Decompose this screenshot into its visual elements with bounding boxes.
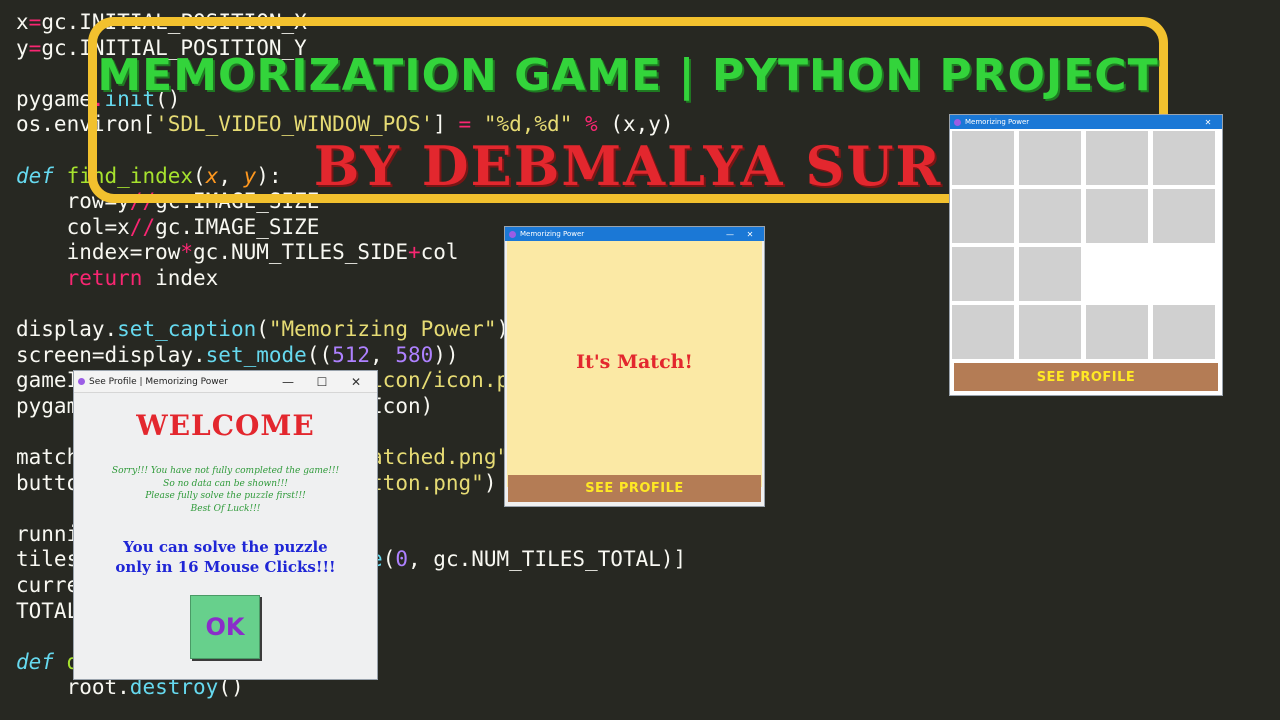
code-token: index [142, 265, 219, 290]
board-tile[interactable] [1153, 189, 1215, 243]
board-tile[interactable] [952, 189, 1014, 243]
code-token: display. [16, 317, 118, 342]
code-token: def [16, 163, 54, 188]
code-token: * [180, 240, 194, 265]
project-title: MEMORIZATION GAME | PYTHON PROJECT [97, 50, 1159, 101]
code-token: pygame [16, 86, 92, 111]
code-token: screen=display. [16, 342, 206, 367]
window-title: Memorizing Power [520, 230, 585, 238]
match-window-titlebar[interactable]: Memorizing Power — ✕ [505, 227, 764, 241]
code-token: ( [382, 547, 396, 572]
match-panel: It's Match! [507, 241, 762, 487]
tile-board [952, 131, 1215, 359]
incomplete-message: Sorry!!! You have not fully completed th… [74, 465, 377, 515]
message-line: Best Of Luck!!! [190, 503, 261, 514]
code-token: ) [483, 470, 497, 495]
code-line: root.destroy() [16, 675, 686, 701]
code-token: , gc.NUM_TILES_TOTAL)] [408, 547, 687, 572]
board-tile[interactable] [1086, 247, 1148, 301]
code-token: 512 [332, 342, 371, 367]
board-window-titlebar[interactable]: Memorizing Power ✕ [950, 115, 1222, 129]
code-token: root. [16, 675, 130, 700]
code-token: ( [256, 317, 269, 342]
window-title: See Profile | Memorizing Power [89, 376, 228, 387]
minimize-icon[interactable]: — [720, 230, 740, 239]
profile-window: See Profile | Memorizing Power — ☐ ✕ WEL… [74, 371, 377, 679]
close-icon[interactable]: ✕ [339, 375, 373, 389]
board-tile[interactable] [1153, 305, 1215, 359]
code-token: destroy [129, 675, 219, 700]
code-token: gc.IMAGE_SIZE [155, 214, 320, 239]
board-tile[interactable] [1086, 189, 1148, 243]
code-token: "Memorizing Power" [268, 317, 497, 342]
code-token: 0 [395, 547, 409, 572]
code-token: x [16, 10, 29, 34]
code-token: (( [306, 342, 333, 367]
board-tile[interactable] [1019, 247, 1081, 301]
window-title: Memorizing Power [965, 118, 1030, 126]
board-tile[interactable] [1153, 247, 1215, 301]
maximize-icon[interactable]: ☐ [305, 375, 339, 389]
board-tile[interactable] [952, 131, 1014, 185]
code-token: // [129, 214, 156, 239]
clicks-line: only in 16 Mouse Clicks!!! [115, 558, 336, 576]
message-line: So no data can be shown!!! [163, 478, 288, 489]
welcome-heading: WELCOME [136, 409, 315, 442]
code-token: set_mode [205, 342, 307, 367]
code-token: set_caption [117, 317, 257, 342]
code-token: def [16, 649, 54, 674]
see-profile-button[interactable]: SEE PROFILE [508, 475, 761, 502]
code-token: col [420, 240, 459, 265]
code-token: 580 [395, 342, 434, 367]
board-tile[interactable] [1153, 131, 1215, 185]
code-token: y [16, 35, 29, 60]
board-tile[interactable] [1019, 305, 1081, 359]
board-tile[interactable] [1086, 305, 1148, 359]
clicks-line: You can solve the puzzle [123, 538, 328, 556]
minimize-icon[interactable]: — [271, 375, 305, 389]
board-tile[interactable] [1019, 131, 1081, 185]
board-tile[interactable] [952, 247, 1014, 301]
code-token: )) [433, 342, 459, 367]
code-token: return [66, 265, 143, 290]
app-icon [954, 118, 961, 126]
code-token: gc.NUM_TILES_SIDE [193, 240, 408, 265]
code-token: = [28, 10, 42, 34]
clicks-limit-message: You can solve the puzzle only in 16 Mous… [74, 537, 377, 577]
code-token: = [28, 35, 42, 60]
ok-button[interactable]: OK [190, 595, 260, 659]
close-icon[interactable]: ✕ [1198, 118, 1218, 127]
app-icon [509, 230, 516, 238]
see-profile-button[interactable]: SEE PROFILE [954, 363, 1218, 391]
code-token: index=row [16, 240, 181, 265]
match-message: It's Match! [576, 351, 693, 373]
message-line: Sorry!!! You have not fully completed th… [111, 466, 340, 476]
code-token: , [370, 342, 396, 367]
match-window: Memorizing Power — ✕ It's Match! SEE PRO… [505, 227, 764, 506]
code-token: col=x [16, 214, 130, 239]
app-icon [78, 378, 85, 385]
board-tile[interactable] [1019, 189, 1081, 243]
board-window: Memorizing Power ✕ SEE PROFILE [950, 115, 1222, 395]
code-token: + [407, 240, 421, 265]
profile-window-titlebar[interactable]: See Profile | Memorizing Power — ☐ ✕ [74, 371, 377, 393]
close-icon[interactable]: ✕ [740, 230, 760, 239]
board-tile[interactable] [952, 305, 1014, 359]
message-line: Please fully solve the puzzle first!!! [145, 491, 306, 501]
code-token: () [218, 675, 244, 700]
board-tile[interactable] [1086, 131, 1148, 185]
